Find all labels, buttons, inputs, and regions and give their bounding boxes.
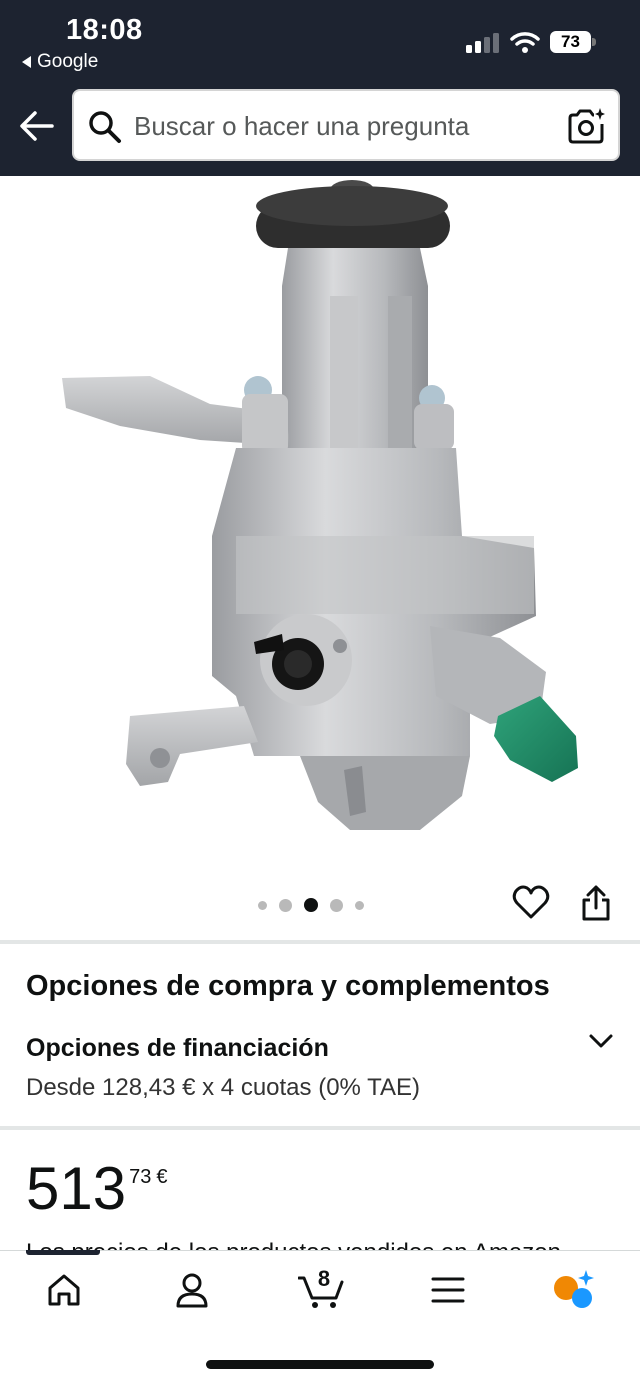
wifi-icon	[510, 32, 540, 53]
search-icon[interactable]	[88, 110, 122, 144]
carousel-dot-active[interactable]	[304, 898, 318, 912]
home-indicator-bar[interactable]	[206, 1360, 434, 1369]
share-icon[interactable]	[580, 884, 612, 922]
carousel-dot[interactable]	[258, 900, 267, 910]
home-icon[interactable]	[44, 1270, 84, 1310]
purchase-options-title: Opciones de compra y complementos	[26, 970, 550, 1002]
price-whole: 513	[26, 1155, 127, 1222]
battery-percentage: 73	[561, 32, 580, 51]
back-triangle-icon	[22, 56, 31, 68]
search-input[interactable]	[134, 105, 554, 147]
chevron-down-icon[interactable]	[588, 1030, 614, 1052]
battery-nub	[592, 38, 596, 46]
carousel-dot[interactable]	[330, 898, 343, 912]
back-to-app-link[interactable]: Google	[22, 51, 98, 73]
price-currency: €	[156, 1166, 168, 1188]
price-fraction: 73	[129, 1166, 152, 1188]
carousel-dot[interactable]	[355, 900, 364, 910]
menu-icon[interactable]	[428, 1270, 468, 1310]
status-time: 18:08	[66, 14, 143, 46]
active-tab-indicator	[26, 1250, 100, 1255]
financing-options-detail: Desde 128,43 € x 4 cuotas (0% TAE)	[26, 1074, 420, 1101]
financing-options-title[interactable]: Opciones de financiación	[26, 1034, 329, 1063]
heart-icon[interactable]	[512, 884, 550, 922]
section-divider	[0, 940, 640, 944]
product-image[interactable]	[0, 176, 640, 866]
search-bar[interactable]	[72, 89, 620, 161]
carousel-dot[interactable]	[279, 898, 292, 912]
back-arrow-icon[interactable]	[18, 106, 56, 146]
section-divider	[0, 1126, 640, 1130]
rufus-assistant-icon[interactable]	[552, 1268, 596, 1312]
price: 513 73 €	[26, 1156, 167, 1222]
signal-icon	[466, 33, 499, 53]
back-app-label: Google	[37, 51, 99, 72]
account-icon[interactable]	[172, 1270, 212, 1310]
battery-icon: 73	[550, 31, 596, 53]
image-carousel-dots[interactable]	[258, 896, 364, 914]
cart-count-badge: 8	[317, 1266, 331, 1291]
camera-search-icon[interactable]	[567, 107, 605, 145]
